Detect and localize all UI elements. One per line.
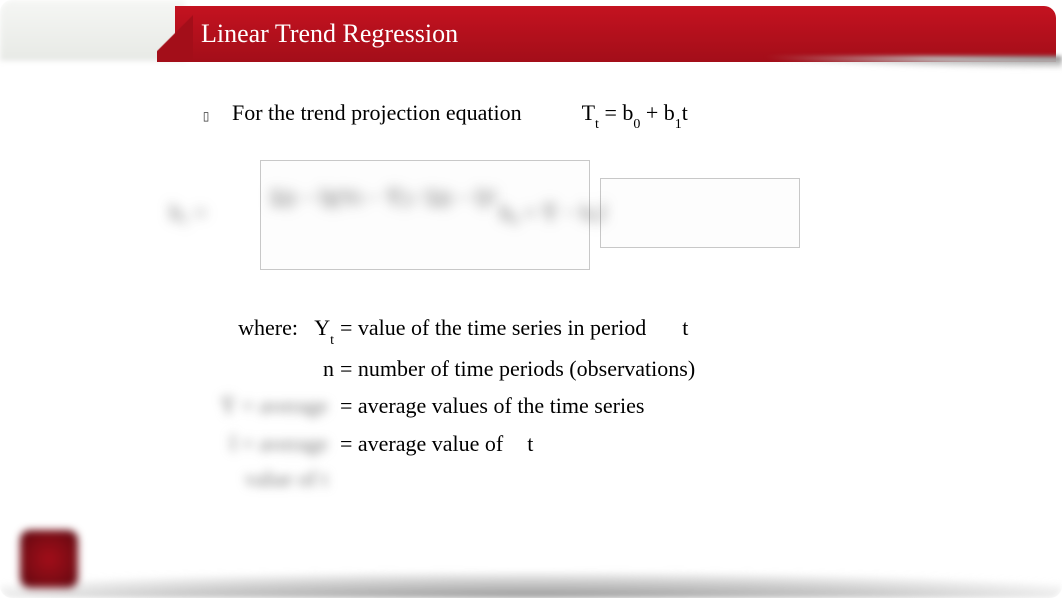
def-row-1: where: Yt = value of the time series in … [200, 310, 1002, 349]
def4-tail: t [527, 426, 533, 461]
slide-title: Linear Trend Regression [175, 19, 458, 49]
footer-curve [0, 538, 1062, 598]
slide-header: Linear Trend Regression [0, 0, 1062, 68]
def1-text: = value of the time series in period [340, 310, 646, 345]
formula-b0: b₀ = Ȳ − b₁t̄ [500, 200, 606, 226]
slide: Linear Trend Regression ▯ For the trend … [0, 0, 1062, 598]
eq-lhs-sub: t [595, 117, 599, 132]
def3-text: = average values of the time series [340, 388, 644, 423]
main-line: For the trend projection equation [232, 100, 522, 126]
where-label: where: [200, 310, 310, 345]
eq-final: t [682, 100, 688, 125]
formula-box-2 [600, 178, 800, 248]
def-row-2: n = number of time periods (observations… [200, 351, 1002, 386]
definitions: where: Yt = value of the time series in … [200, 310, 1002, 496]
formula-b1-lhs: b₁ = [170, 200, 207, 226]
trend-equation: Tt = b0 + b1t [582, 100, 688, 130]
formula-area: b₁ = Σ(t − t̄)(Yt − Ȳ) / Σ(t − t̄)² b₀ =… [170, 160, 1002, 280]
eq-plus: + b [640, 100, 674, 125]
eq-sub0: 0 [633, 117, 640, 132]
title-bar: Linear Trend Regression [175, 6, 1056, 62]
slide-content: ▯ For the trend projection equation Tt =… [200, 100, 1002, 498]
def2-sym: n [310, 351, 340, 386]
def4-blur: t̄ = average value of t [200, 426, 340, 496]
footer-logo [20, 530, 78, 588]
bullet-icon: ▯ [200, 109, 212, 123]
eq-sub1: 1 [675, 117, 682, 132]
eq-part1: = b [599, 100, 633, 125]
header-swoosh [612, 56, 1062, 86]
def-row-3: Ȳ = average = average values of the time… [200, 388, 1002, 423]
footer [0, 518, 1062, 598]
bullet-row: ▯ For the trend projection equation Tt =… [200, 100, 1002, 130]
def1-tail: t [682, 310, 688, 345]
def3-blur: Ȳ = average [200, 388, 340, 423]
def4-text: = average value of [340, 426, 503, 461]
def1-sym: Yt [310, 310, 340, 349]
eq-lhs: T [582, 100, 595, 125]
def2-text: = number of time periods (observations) [340, 351, 695, 386]
def-row-4: t̄ = average value of t = average value … [200, 426, 1002, 496]
